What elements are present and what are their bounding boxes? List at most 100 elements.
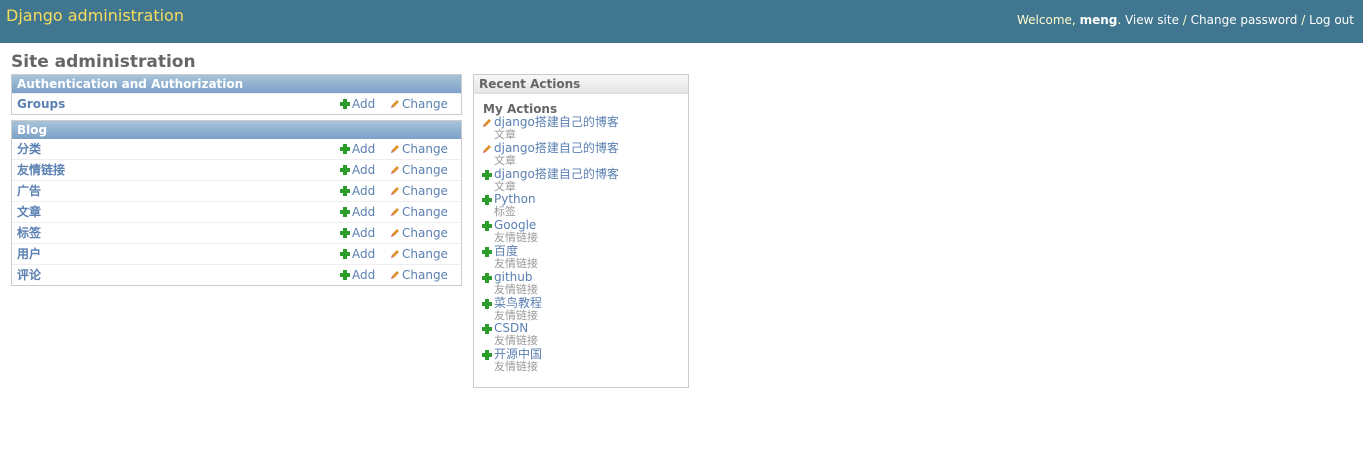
change-link[interactable]: Change	[390, 265, 448, 285]
action-link[interactable]: django搭建自己的博客	[494, 167, 688, 181]
change-link[interactable]: Change	[390, 139, 448, 159]
add-link[interactable]: Add	[340, 160, 375, 180]
view-site-link[interactable]: View site	[1125, 13, 1179, 27]
site-branding[interactable]: Django administration	[6, 6, 184, 25]
pencil-icon	[391, 250, 399, 258]
recent-action-item: django搭建自己的博客 文章	[474, 167, 688, 194]
action-link[interactable]: github	[494, 270, 688, 284]
change-link[interactable]: Change	[390, 160, 448, 180]
action-content-type: 友情链接	[494, 308, 538, 322]
model-row: 评论 Add Change	[12, 264, 461, 285]
model-row: 分类 Add Change	[12, 139, 461, 159]
username: meng	[1079, 13, 1118, 27]
recent-action-item: django搭建自己的博客 文章	[474, 116, 688, 142]
pencil-icon	[391, 187, 399, 195]
recent-action-item: django搭建自己的博客 文章	[474, 141, 688, 168]
separator: /	[1182, 13, 1187, 27]
model-row: 广告 Add Change	[12, 180, 461, 201]
model-link[interactable]: 友情链接	[17, 160, 65, 180]
module-caption[interactable]: Blog	[12, 121, 461, 139]
plus-icon	[482, 246, 492, 257]
header: Django administration Welcome, meng. Vie…	[0, 0, 1363, 43]
model-row: 标签 Add Change	[12, 222, 461, 243]
plus-icon	[482, 195, 492, 206]
action-link[interactable]: django搭建自己的博客	[494, 116, 688, 129]
pencil-icon	[391, 166, 399, 174]
model-link[interactable]: 文章	[17, 202, 41, 222]
page-title: Site administration	[11, 52, 196, 72]
separator: /	[1301, 13, 1306, 27]
change-link[interactable]: Change	[390, 202, 448, 222]
plus-icon	[340, 186, 350, 196]
pencil-icon	[391, 229, 399, 237]
action-content-type: 友情链接	[494, 334, 538, 348]
my-actions-heading: My Actions	[483, 102, 558, 116]
change-link[interactable]: Change	[390, 94, 448, 114]
recent-actions-panel: Recent Actions My Actions django搭建自己的博客文…	[473, 74, 689, 388]
model-link[interactable]: 广告	[17, 181, 41, 201]
model-link[interactable]: Groups	[17, 94, 65, 114]
action-link[interactable]: Python	[494, 193, 688, 206]
pencil-icon	[483, 144, 491, 153]
model-row: 用户 Add Change	[12, 243, 461, 264]
plus-icon	[340, 270, 350, 280]
add-link[interactable]: Add	[340, 202, 375, 222]
model-link[interactable]: 评论	[17, 265, 41, 285]
plus-icon	[340, 99, 350, 109]
pencil-icon	[483, 119, 491, 127]
pencil-icon	[391, 145, 399, 153]
recent-action-item: 开源中国 友情链接	[474, 348, 688, 374]
add-link[interactable]: Add	[340, 244, 375, 264]
log-out-link[interactable]: Log out	[1309, 13, 1354, 27]
plus-icon	[340, 165, 350, 175]
add-link[interactable]: Add	[340, 223, 375, 243]
model-link[interactable]: 标签	[17, 223, 41, 243]
plus-icon	[340, 228, 350, 238]
app-module-auth: Authentication and Authorization Groups …	[11, 74, 462, 115]
plus-icon	[482, 169, 492, 180]
user-tools: Welcome, meng. View site / Change passwo…	[1017, 13, 1354, 27]
plus-icon	[340, 249, 350, 259]
recent-action-item: github 友情链接	[474, 270, 688, 297]
plus-icon	[340, 144, 350, 154]
action-content-type: 友情链接	[494, 256, 538, 270]
add-link[interactable]: Add	[340, 94, 375, 114]
welcome-text: Welcome,	[1017, 13, 1076, 27]
action-list: django搭建自己的博客 文章 django搭建自己的博客 文章 django搭建自己…	[474, 116, 688, 374]
recent-action-item: Python 标签	[474, 193, 688, 219]
pencil-icon	[391, 271, 399, 279]
app-module-blog: Blog 分类 Add Change 友情链接 Add Change 广告 Add Change…	[11, 120, 462, 286]
recent-action-item: 菜鸟教程 友情链接	[474, 296, 688, 323]
recent-action-item: Google 友情链接	[474, 219, 688, 245]
add-link[interactable]: Add	[340, 139, 375, 159]
action-content-type: 文章	[494, 153, 516, 167]
model-row: 友情链接 Add Change	[12, 159, 461, 180]
pencil-icon	[391, 100, 399, 108]
action-content-type: 标签	[494, 205, 516, 219]
add-link[interactable]: Add	[340, 181, 375, 201]
recent-action-item: 百度 友情链接	[474, 244, 688, 271]
plus-icon	[482, 221, 492, 232]
change-password-link[interactable]: Change password	[1191, 13, 1298, 27]
plus-icon	[482, 350, 492, 361]
action-content-type: 友情链接	[494, 360, 538, 374]
action-content-type: 友情链接	[494, 231, 538, 245]
action-link[interactable]: 菜鸟教程	[494, 296, 688, 310]
add-link[interactable]: Add	[340, 265, 375, 285]
plus-icon	[340, 207, 350, 217]
change-link[interactable]: Change	[390, 223, 448, 243]
model-link[interactable]: 分类	[17, 139, 41, 159]
action-link[interactable]: django搭建自己的博客	[494, 141, 688, 155]
plus-icon	[482, 324, 492, 335]
plus-icon	[482, 272, 492, 283]
pencil-icon	[391, 208, 399, 216]
recent-actions-caption: Recent Actions	[474, 75, 688, 94]
module-caption[interactable]: Authentication and Authorization	[12, 75, 461, 93]
model-row-groups: Groups Add Change	[12, 93, 461, 114]
action-content-type: 文章	[494, 128, 516, 141]
change-link[interactable]: Change	[390, 181, 448, 201]
change-link[interactable]: Change	[390, 244, 448, 264]
plus-icon	[482, 298, 492, 309]
action-content-type: 文章	[494, 179, 516, 193]
model-link[interactable]: 用户	[17, 244, 41, 264]
